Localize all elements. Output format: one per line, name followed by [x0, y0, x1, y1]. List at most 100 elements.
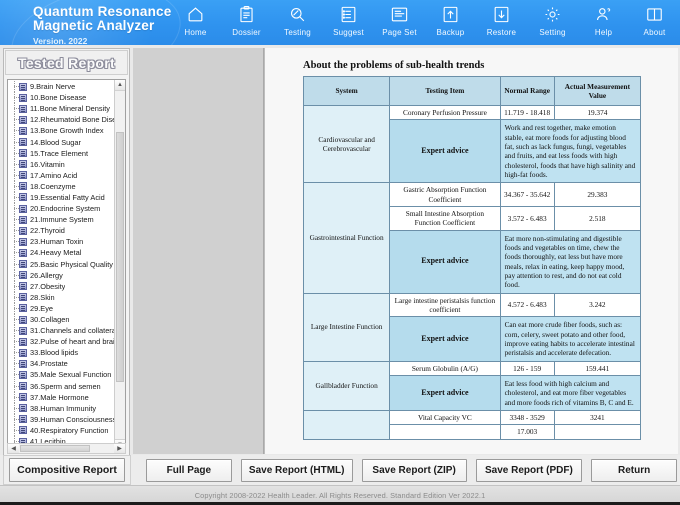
tree-item[interactable]: 15.Trace Element	[8, 147, 114, 159]
tree-item[interactable]: 18.Coenzyme	[8, 180, 114, 192]
scroll-right-arrow[interactable]: ▶	[114, 444, 125, 453]
tree-item[interactable]: 23.Human Toxin	[8, 236, 114, 248]
tree-connector-icon	[10, 336, 19, 348]
tree-item[interactable]: 11.Bone Mineral Density	[8, 103, 114, 115]
tree-item-label: 33.Blood lipids	[30, 348, 79, 358]
cell-normal-range: 3348 - 3529	[499, 409, 555, 426]
full-page-button[interactable]: Full Page	[146, 458, 232, 482]
tree-item[interactable]: 37.Male Hormone	[8, 391, 114, 403]
cell-system: Gastrointestinal Function	[302, 182, 391, 294]
tree-item[interactable]: 20.Endocrine System	[8, 203, 114, 215]
tree-item[interactable]: 34.Prostate	[8, 358, 114, 370]
tree-item[interactable]: 12.Rheumatoid Bone Disease	[8, 114, 114, 126]
tree-connector-icon	[10, 214, 19, 226]
report-page-icon	[19, 160, 27, 169]
nav-item-home[interactable]: Home	[170, 0, 221, 45]
brand-line-1: Quantum Resonance	[33, 4, 172, 19]
report-page-icon	[19, 404, 27, 413]
cell-testing-item: Vital Capacity VC	[389, 409, 501, 426]
tree-item-label: 24.Heavy Metal	[30, 248, 82, 258]
tree-horizontal-scrollbar[interactable]: ◀ ▶	[7, 443, 126, 454]
tree-item[interactable]: 27.Obesity	[8, 280, 114, 292]
tree-item[interactable]: 13.Bone Growth Index	[8, 125, 114, 137]
tree-item[interactable]: 32.Pulse of heart and brain	[8, 336, 114, 348]
nav-item-backup[interactable]: Backup	[425, 0, 476, 45]
tree-item[interactable]: 17.Amino Acid	[8, 169, 114, 181]
tree-item[interactable]: 40.Respiratory Function	[8, 424, 114, 436]
cell-system: Gallbladder Function	[302, 360, 391, 411]
expert-advice-label: Expert advice	[389, 119, 501, 184]
report-tree-container: 9.Brain Nerve 10.Bone Disease 11.Bone Mine…	[7, 79, 126, 451]
hscrollbar-thumb[interactable]	[20, 445, 90, 452]
tree-item[interactable]: 30.Collagen	[8, 314, 114, 326]
tree-item[interactable]: 29.Eye	[8, 302, 114, 314]
book-icon	[645, 4, 664, 25]
tree-item-label: 17.Amino Acid	[30, 170, 78, 180]
report-page-icon	[19, 282, 27, 291]
nav-label: About	[643, 28, 666, 37]
tree-connector-icon	[10, 158, 19, 170]
clipboard-icon	[237, 4, 256, 25]
report-tree[interactable]: 9.Brain Nerve 10.Bone Disease 11.Bone Mine…	[8, 80, 114, 450]
tree-item[interactable]: 24.Heavy Metal	[8, 247, 114, 259]
tree-item[interactable]: 31.Channels and collaterals	[8, 325, 114, 337]
tree-item[interactable]: 16.Vitamin	[8, 158, 114, 170]
column-header-system: System	[302, 76, 391, 106]
main-navigation: Home Dossier Testing Suggest Page Set Ba…	[170, 0, 680, 45]
nav-item-setting[interactable]: Setting	[527, 0, 578, 45]
return-button[interactable]: Return	[591, 458, 677, 482]
save-report-html-button[interactable]: Save Report (HTML)	[240, 458, 353, 482]
tree-item[interactable]: 35.Male Sexual Function	[8, 369, 114, 381]
cell-normal-range: 3.572 - 6.483	[499, 205, 555, 231]
tree-item[interactable]: 19.Essential Fatty Acid	[8, 191, 114, 203]
nav-item-testing[interactable]: Testing	[272, 0, 323, 45]
expert-advice-text: Can eat more crude fiber foods, such as:…	[499, 316, 642, 362]
tree-item[interactable]: 25.Basic Physical Quality	[8, 258, 114, 270]
cell-testing-item	[389, 424, 501, 440]
nav-item-help[interactable]: Help	[578, 0, 629, 45]
tree-item[interactable]: 33.Blood lipids	[8, 347, 114, 359]
tree-item[interactable]: 22.Thyroid	[8, 225, 114, 237]
scroll-left-arrow[interactable]: ◀	[8, 444, 19, 453]
nav-item-suggest[interactable]: Suggest	[323, 0, 374, 45]
list-icon	[339, 4, 358, 25]
tree-item-label: 13.Bone Growth Index	[30, 126, 104, 136]
compositive-report-button[interactable]: Compositive Report	[9, 458, 125, 482]
tree-connector-icon	[10, 136, 19, 148]
scrollbar-thumb[interactable]	[116, 132, 124, 382]
save-report-pdf-button[interactable]: Save Report (PDF)	[475, 458, 583, 482]
tree-item[interactable]: 38.Human Immunity	[8, 402, 114, 414]
tree-item-label: 10.Bone Disease	[30, 93, 87, 103]
tree-connector-icon	[10, 180, 19, 192]
tree-item[interactable]: 9.Brain Nerve	[8, 81, 114, 93]
report-view[interactable]: About the problems of sub-health trends …	[264, 48, 678, 454]
tree-item[interactable]: 36.Sperm and semen	[8, 380, 114, 392]
nav-item-about[interactable]: About	[629, 0, 680, 45]
cell-actual-value: 2.518	[553, 205, 642, 231]
tree-item[interactable]: 26.Allergy	[8, 269, 114, 281]
nav-item-restore[interactable]: Restore	[476, 0, 527, 45]
tree-item[interactable]: 28.Skin	[8, 291, 114, 303]
scroll-up-arrow[interactable]: ▲	[115, 80, 125, 91]
compositive-report-group: Compositive Report	[3, 455, 131, 485]
tree-item[interactable]: 39.Human Consciousness Lev	[8, 413, 114, 425]
cell-actual-value: 29.383	[553, 182, 642, 207]
cell-system: Cardiovascular and Cerebrovascular	[302, 104, 391, 184]
nav-label: Home	[184, 28, 207, 37]
report-page-icon	[19, 126, 27, 135]
tree-connector-icon	[10, 424, 19, 436]
tree-connector-icon	[10, 413, 19, 425]
table-row: Gastrointestinal Function Gastric Absorpt…	[302, 182, 642, 294]
nav-item-page-set[interactable]: Page Set	[374, 0, 425, 45]
nav-item-dossier[interactable]: Dossier	[221, 0, 272, 45]
tree-vertical-scrollbar[interactable]: ▲ ▼	[114, 80, 125, 450]
tree-connector-icon	[10, 247, 19, 259]
tree-item[interactable]: 21.Immune System	[8, 214, 114, 226]
tree-item[interactable]: 14.Blood Sugar	[8, 136, 114, 148]
save-report-zip-button[interactable]: Save Report (ZIP)	[361, 458, 467, 482]
tree-item-label: 36.Sperm and semen	[30, 381, 101, 391]
tree-item-label: 26.Allergy	[30, 270, 63, 280]
tree-item-label: 19.Essential Fatty Acid	[30, 192, 105, 202]
tree-item[interactable]: 10.Bone Disease	[8, 92, 114, 104]
report-heading: About the problems of sub-health trends	[303, 60, 485, 71]
